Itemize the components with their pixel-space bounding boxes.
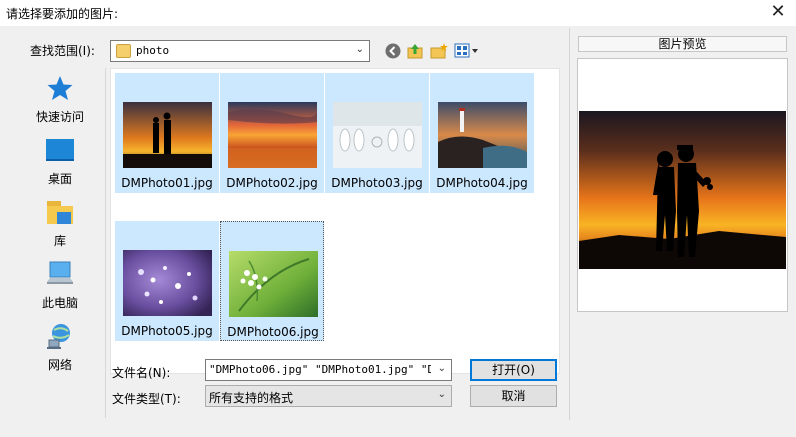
look-in-value: photo	[136, 44, 170, 57]
dialog-body: 查找范围(I): photo ⌄ 快速访问 桌面 库 此电脑 网络 DMPhot…	[0, 26, 796, 437]
place-this-pc[interactable]: 此电脑	[14, 256, 106, 312]
place-label: 库	[53, 234, 66, 248]
look-in-label: 查找范围(I):	[30, 44, 95, 58]
view-menu-icon[interactable]	[454, 42, 480, 60]
place-label: 网络	[47, 358, 72, 372]
desktop-icon	[46, 139, 74, 161]
file-name: DMPhoto03.jpg	[331, 176, 423, 190]
file-thumbnail	[229, 251, 318, 317]
place-desktop[interactable]: 桌面	[14, 132, 106, 188]
star-icon	[47, 76, 73, 100]
place-label: 快速访问	[35, 110, 84, 124]
place-quick-access[interactable]: 快速访问	[14, 70, 106, 126]
file-list[interactable]: DMPhoto01.jpg DMPhoto02.jpg DMPhoto03.jp…	[110, 68, 560, 374]
file-name-label: 文件名(N):	[112, 366, 171, 380]
file-name-value: "DMPhoto06.jpg" "DMPhoto01.jpg" "DMPh	[209, 363, 431, 376]
file-type-dropdown[interactable]: 所有支持的格式 ⌄	[205, 385, 452, 407]
file-tile[interactable]: DMPhoto05.jpg	[115, 221, 219, 341]
new-folder-icon[interactable]	[430, 42, 448, 60]
preview-title: 图片预览	[578, 36, 787, 52]
chevron-down-icon[interactable]: ⌄	[438, 363, 446, 374]
file-name-field[interactable]: "DMPhoto06.jpg" "DMPhoto01.jpg" "DMPh ⌄	[205, 359, 452, 381]
place-label: 此电脑	[41, 296, 78, 310]
file-thumbnail	[438, 102, 527, 168]
file-name: DMPhoto05.jpg	[121, 324, 213, 338]
open-button[interactable]: 打开(O)	[470, 359, 557, 381]
file-thumbnail	[123, 102, 212, 168]
file-name: DMPhoto01.jpg	[121, 176, 213, 190]
places-bar: 快速访问 桌面 库 此电脑 网络	[14, 68, 106, 418]
file-thumbnail	[333, 102, 422, 168]
file-tile[interactable]: DMPhoto04.jpg	[430, 73, 534, 193]
computer-icon	[47, 261, 73, 284]
up-folder-icon[interactable]	[406, 42, 424, 60]
file-type-value: 所有支持的格式	[209, 391, 294, 405]
preview-pane: 图片预览	[569, 28, 796, 420]
title-bar: 请选择要添加的图片: ✕	[0, 0, 796, 26]
file-thumbnail	[123, 250, 212, 316]
file-tile[interactable]: DMPhoto06.jpg	[220, 221, 324, 341]
chevron-down-icon: ⌄	[355, 44, 364, 55]
place-network[interactable]: 网络	[14, 318, 106, 374]
dialog-title: 请选择要添加的图片:	[6, 7, 119, 21]
place-label: 桌面	[47, 172, 72, 186]
look-in-dropdown[interactable]: photo ⌄	[110, 40, 370, 62]
library-icon	[47, 201, 73, 224]
file-tile[interactable]: DMPhoto03.jpg	[325, 73, 429, 193]
folder-icon	[116, 44, 131, 58]
file-name: DMPhoto02.jpg	[226, 176, 318, 190]
file-type-label: 文件类型(T):	[112, 392, 181, 406]
preview-frame	[577, 58, 788, 312]
network-icon	[47, 324, 70, 349]
back-icon[interactable]	[384, 42, 402, 60]
file-tile[interactable]: DMPhoto02.jpg	[220, 73, 324, 193]
file-name: DMPhoto06.jpg	[227, 325, 319, 339]
close-icon[interactable]: ✕	[768, 2, 788, 22]
place-library[interactable]: 库	[14, 194, 106, 250]
cancel-button[interactable]: 取消	[470, 385, 557, 407]
file-name: DMPhoto04.jpg	[436, 176, 528, 190]
file-thumbnail	[228, 102, 317, 168]
file-tile[interactable]: DMPhoto01.jpg	[115, 73, 219, 193]
chevron-down-icon: ⌄	[437, 389, 446, 400]
preview-image	[579, 111, 786, 269]
